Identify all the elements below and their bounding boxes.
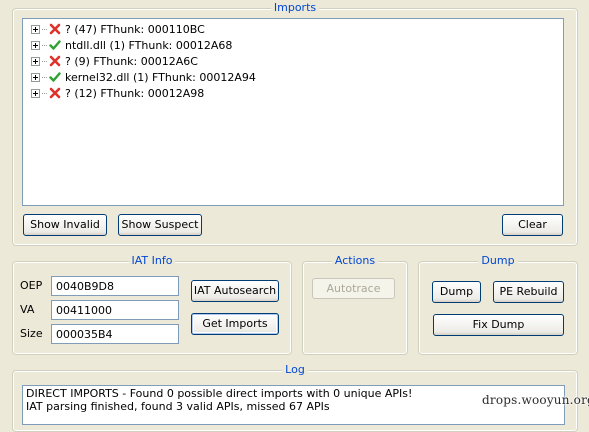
fix-dump-button[interactable]: Fix Dump (433, 314, 564, 336)
dump-group: Dump (418, 254, 578, 355)
tree-row-label: ? (47) FThunk: 000110BC (65, 22, 205, 36)
size-label: Size (20, 327, 43, 340)
log-line: IAT parsing finished, found 3 valid APIs… (26, 400, 330, 413)
dump-button[interactable]: Dump (432, 281, 481, 303)
dump-title: Dump (478, 254, 518, 267)
imports-tree[interactable]: ? (47) FThunk: 000110BC ntdll.dll (1) FT… (22, 18, 564, 206)
tree-row-label: kernel32.dll (1) FThunk: 00012A94 (65, 70, 256, 84)
pe-rebuild-button[interactable]: PE Rebuild (493, 281, 564, 303)
red-x-icon (49, 87, 61, 99)
tree-row[interactable]: ? (47) FThunk: 000110BC (31, 21, 205, 37)
red-x-icon (49, 55, 61, 67)
show-invalid-button[interactable]: Show Invalid (23, 214, 107, 236)
expand-icon[interactable] (31, 72, 40, 82)
tree-row-label: ntdll.dll (1) FThunk: 00012A68 (65, 38, 233, 52)
watermark: drops.wooyun.org (482, 393, 589, 407)
tree-row[interactable]: ? (9) FThunk: 00012A6C (31, 53, 198, 69)
tree-row[interactable]: ? (12) FThunk: 00012A98 (31, 85, 204, 101)
expand-icon[interactable] (31, 24, 40, 34)
get-imports-button[interactable]: Get Imports (191, 313, 279, 335)
expand-icon[interactable] (31, 40, 40, 50)
autotrace-button[interactable]: Autotrace (312, 278, 395, 299)
log-title: Log (282, 363, 308, 376)
expand-icon[interactable] (31, 56, 40, 66)
log-line: DIRECT IMPORTS - Found 0 possible direct… (26, 387, 413, 400)
tree-row-label: ? (12) FThunk: 00012A98 (65, 86, 205, 100)
actions-title: Actions (331, 254, 379, 267)
tree-row-label: ? (9) FThunk: 00012A6C (65, 54, 198, 68)
green-check-icon (49, 71, 61, 83)
tree-row[interactable]: kernel32.dll (1) FThunk: 00012A94 (31, 69, 256, 85)
clear-button[interactable]: Clear (502, 214, 563, 236)
iat-info-title: IAT Info (128, 254, 176, 267)
oep-field[interactable] (51, 276, 179, 296)
oep-label: OEP (20, 279, 43, 292)
size-field[interactable] (51, 324, 179, 344)
va-field[interactable] (51, 300, 179, 320)
expand-icon[interactable] (31, 88, 40, 98)
green-check-icon (49, 39, 61, 51)
actions-group: Actions (302, 254, 408, 355)
imports-title: Imports (270, 1, 320, 14)
tree-row[interactable]: ntdll.dll (1) FThunk: 00012A68 (31, 37, 232, 53)
red-x-icon (49, 23, 61, 35)
show-suspect-button[interactable]: Show Suspect (118, 214, 202, 236)
iat-autosearch-button[interactable]: IAT Autosearch (191, 280, 279, 302)
va-label: VA (20, 303, 35, 316)
